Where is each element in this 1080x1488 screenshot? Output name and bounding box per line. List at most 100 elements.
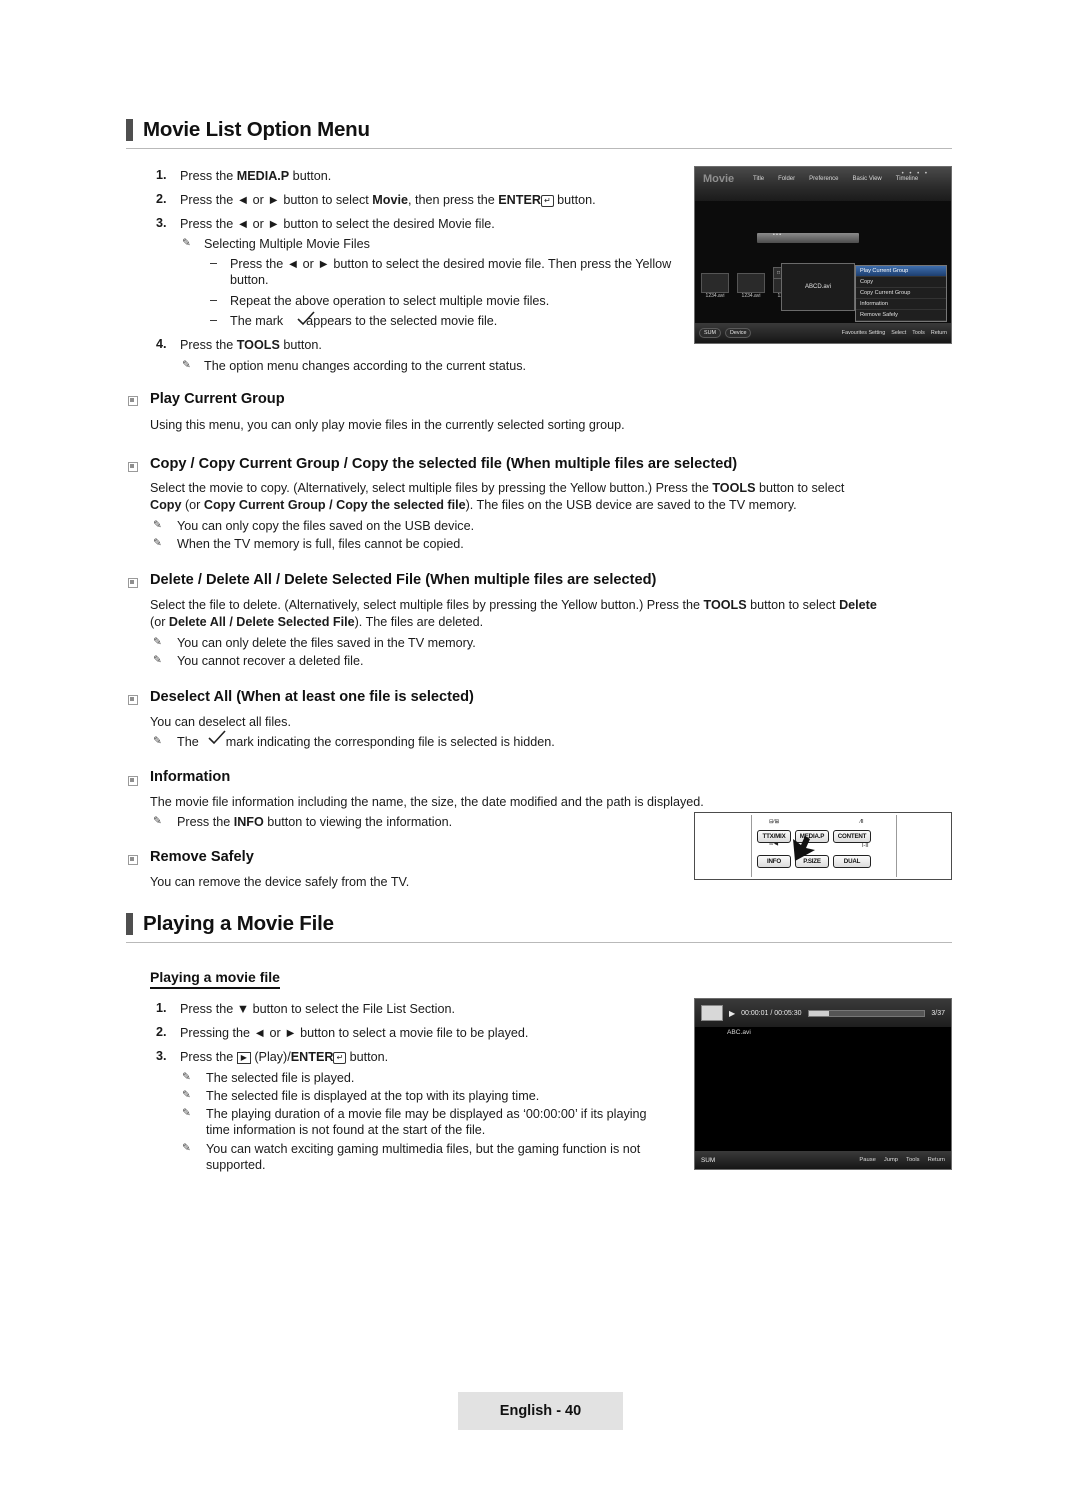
- remote-control-illustration: ⊟⁄⊞ ≡/◀ ∕Ⅱ I-II TTX/MIX MEDIA.P CONTENT …: [694, 812, 952, 880]
- heading-rule: [126, 148, 952, 149]
- entry-heading-deselect-all: Deselect All (When at least one file is …: [150, 689, 474, 705]
- tv-logo-label: Movie: [703, 173, 735, 185]
- tv2-file-label: ABC.avi: [727, 1029, 751, 1036]
- step-number: 2.: [156, 1025, 167, 1039]
- step-number: 1.: [156, 168, 167, 182]
- tv-selected-file: ABCD.avi: [781, 263, 855, 311]
- section-heading-playing-a-movie-file: Playing a Movie File: [126, 912, 334, 936]
- entry-bullet: [128, 462, 138, 472]
- tv2-footer-jump: Jump: [883, 1157, 899, 1163]
- note-icon: ✎: [182, 1142, 191, 1154]
- entry-body: The movie file information including the…: [150, 795, 704, 809]
- remote-small-label-1: ⊟⁄⊞: [769, 819, 780, 825]
- note-icon: ✎: [182, 1107, 191, 1119]
- tv-menu-item-information[interactable]: Information: [856, 299, 946, 310]
- tv-menu-item-copy[interactable]: Copy: [856, 277, 946, 288]
- note-option-menu-changes: The option menu changes according to the…: [204, 359, 527, 373]
- tv-screen-movie-list: Movie Title Folder Preference Basic View…: [694, 166, 952, 344]
- entry-heading-delete: Delete / Delete All / Delete Selected Fi…: [150, 572, 657, 588]
- tv2-time-display: 00:00:01 / 00:05:30: [741, 1009, 802, 1017]
- entry-heading-copy: Copy / Copy Current Group / Copy the sel…: [150, 456, 738, 472]
- note-icon: ✎: [182, 359, 191, 371]
- checkmark-icon: [208, 730, 226, 745]
- note-selecting-multiple: Selecting Multiple Movie Files: [204, 237, 370, 251]
- tv-menu-item-remove-safely[interactable]: Remove Safely: [856, 310, 946, 321]
- entry-bullet: [128, 396, 138, 406]
- tv-panel-checkbox: □: [777, 270, 781, 276]
- tv-footer-device: Device: [724, 328, 752, 338]
- step2-text-2: Pressing the ◄ or ► button to select a m…: [180, 1026, 529, 1040]
- tv2-header-bar: ▶ 00:00:01 / 00:05:30 3/37: [695, 999, 951, 1027]
- note-icon: ✎: [153, 537, 162, 549]
- note-icon: ✎: [153, 636, 162, 648]
- tv-ribbon: [757, 232, 859, 243]
- step2-note-2: The selected file is displayed at the to…: [206, 1089, 540, 1103]
- dash-marker: –: [210, 313, 218, 327]
- remote-button-ttxmix[interactable]: TTX/MIX: [757, 830, 791, 843]
- tv2-footer-pause: Pause: [859, 1157, 876, 1163]
- heading-accent-bar: [126, 119, 133, 141]
- entry-bullet: [128, 776, 138, 786]
- remote-small-label-3: ∕Ⅱ: [860, 819, 864, 825]
- dash-text-1: Press the ◄ or ► button to select the de…: [230, 257, 672, 287]
- tv-thumbnail-label: 1234.avi: [741, 293, 761, 299]
- entry-body: Using this menu, you can only play movie…: [150, 418, 625, 432]
- step2-text-1: Press the ▼ button to select the File Li…: [180, 1002, 455, 1016]
- entry-heading-information: Information: [150, 769, 231, 785]
- tv-tab-preference: Preference: [809, 176, 839, 182]
- entry-body-line-1: Select the file to delete. (Alternativel…: [150, 598, 877, 612]
- tv-menu-item-play-current-group[interactable]: Play Current Group: [856, 266, 946, 277]
- remote-small-label-4: I-II: [862, 843, 869, 849]
- tv-thumbnail-label: 1234.avi: [705, 293, 725, 299]
- tv-tab-folder: Folder: [778, 176, 796, 182]
- entry-body-line-2: (or Delete All / Delete Selected File). …: [150, 615, 484, 629]
- tv2-progress-bar[interactable]: [807, 1009, 926, 1017]
- entry-bullet: [128, 578, 138, 588]
- tv-footer-return: Return: [930, 330, 947, 336]
- heading-rule: [126, 942, 952, 943]
- entry-note: When the TV memory is full, files cannot…: [177, 537, 464, 551]
- remote-button-info[interactable]: INFO: [757, 855, 791, 868]
- checkmark-icon: [297, 311, 315, 326]
- tv-footer-favourites-setting: Favourites Setting: [841, 330, 886, 336]
- entry-note: The mark indicating the corresponding fi…: [177, 735, 555, 749]
- entry-body-line-1: Select the movie to copy. (Alternatively…: [150, 481, 845, 495]
- tv2-footer-sum: SUM: [701, 1156, 716, 1164]
- dash-marker: –: [210, 293, 218, 307]
- tv-footer-tools: Tools: [912, 330, 925, 336]
- tv-tab-title: Title: [753, 176, 765, 182]
- step-number: 2.: [156, 192, 167, 206]
- step2-text-3: Press the ▶ (Play)/ENTER ↵ button.: [180, 1050, 389, 1064]
- entry-bullet: [128, 695, 138, 705]
- entry-note: You cannot recover a deleted file.: [177, 654, 364, 668]
- tv-footer-bar: SUM Device Favourites Setting Select Too…: [695, 323, 951, 343]
- note-icon: ✎: [182, 237, 191, 249]
- tv-tab-basic-view: Basic View: [852, 176, 882, 182]
- step-number: 3.: [156, 216, 167, 230]
- tv2-file-count: 3/37: [931, 1009, 945, 1017]
- tv-footer-sum: SUM: [699, 328, 721, 338]
- step-text-2: Press the ◄ or ► button to select Movie,…: [180, 193, 596, 207]
- tv-body: 1234.avi 1234.avi 1234.avi □ 6/18 ABCD.a…: [695, 201, 951, 323]
- step-text-1: Press the MEDIA.P button.: [180, 169, 332, 183]
- note-icon: ✎: [182, 1089, 191, 1101]
- step2-note-4: You can watch exciting gaming multimedia…: [206, 1142, 641, 1172]
- note-icon: ✎: [153, 815, 162, 827]
- remote-button-content[interactable]: CONTENT: [833, 830, 871, 843]
- dash-marker: –: [210, 256, 218, 270]
- tv2-footer-tools: Tools: [906, 1157, 920, 1163]
- subsection-heading-playing-a-movie-file: Playing a movie file: [150, 969, 280, 989]
- step-number: 3.: [156, 1049, 167, 1063]
- note-icon: ✎: [153, 735, 162, 747]
- remote-button-dual[interactable]: DUAL: [833, 855, 871, 868]
- page-footer: English - 40: [458, 1392, 623, 1430]
- step-number: 1.: [156, 1001, 167, 1015]
- manual-page: Movie List Option Menu 1. Press the MEDI…: [0, 0, 1080, 1488]
- tv-option-menu: Play Current Group Copy Copy Current Gro…: [855, 265, 947, 322]
- entry-body-line-2: Copy (or Copy Current Group / Copy the s…: [150, 498, 797, 512]
- entry-note: You can only delete the files saved in t…: [177, 636, 476, 650]
- tv-dots-indicator: • • • •: [901, 171, 929, 177]
- dash-text-2: Repeat the above operation to select mul…: [230, 294, 550, 308]
- tv-thumbnail: [737, 273, 765, 293]
- tv-menu-item-copy-current-group[interactable]: Copy Current Group: [856, 288, 946, 299]
